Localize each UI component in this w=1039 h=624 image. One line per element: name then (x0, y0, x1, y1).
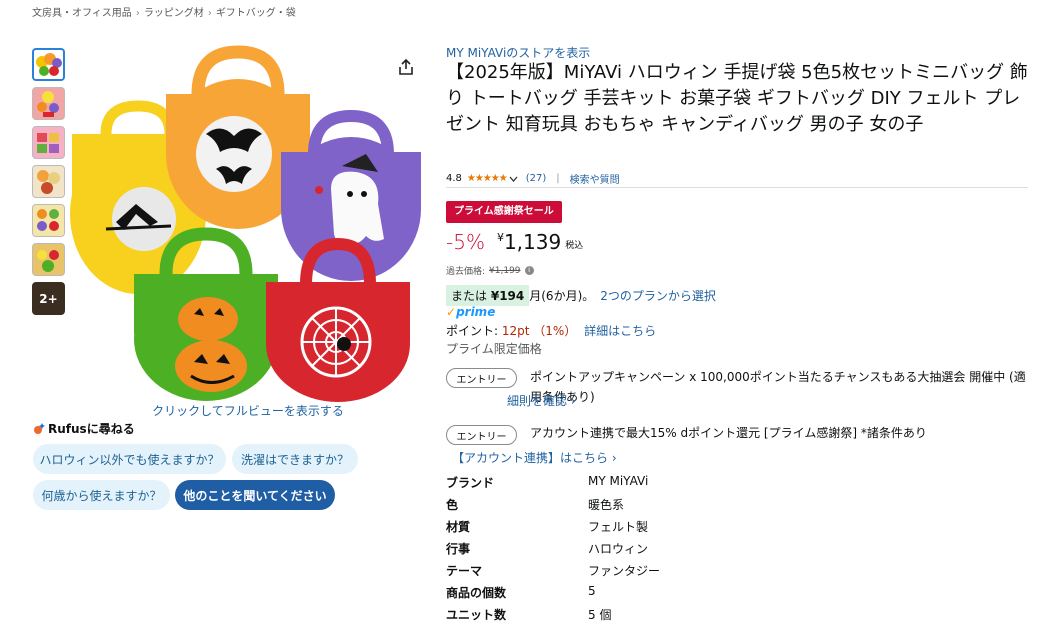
search-qa-link[interactable]: 検索や質問 (570, 171, 620, 186)
spec-key: 行事 (446, 542, 471, 556)
rating-row: 4.8 ★★★★★ (27) | 検索や質問 (446, 171, 620, 186)
installment-row: または ¥194 月(6か月)。 2つのプランから選択 (446, 285, 716, 306)
campaign-description: アカウント連携で最大15% dポイント還元 [プライム感謝祭] *諸条件あり (530, 426, 927, 440)
installment-plan-link[interactable]: 2つのプランから選択 (600, 287, 716, 304)
spec-value: 暖色系 (588, 498, 625, 512)
product-main-image[interactable] (66, 44, 428, 404)
thumbnail-2[interactable] (32, 87, 65, 120)
installment-badge: または ¥194 (446, 285, 530, 306)
spec-value: 5 (588, 584, 596, 598)
thumbnail-strip: 2+ (32, 48, 66, 321)
chevron-right-icon: › (570, 394, 576, 408)
breadcrumb: 文房具・オフィス用品 › ラッピング材 › ギフトバッグ・袋 (32, 4, 296, 19)
campaign-description: ポイントアップキャンペーン x 100,000ポイント当たるチャンスもある大抽選… (530, 370, 1026, 404)
breadcrumb-separator: › (135, 8, 140, 19)
review-count-link[interactable]: (27) (526, 173, 547, 184)
spec-value: フェルト製 (588, 520, 649, 534)
installment-suffix: 月(6か月)。 (529, 289, 595, 303)
thumbnail-1[interactable] (32, 48, 65, 81)
campaign-details-link-label[interactable]: 細則を確認 (507, 394, 567, 408)
spec-key: ブランド (446, 476, 495, 490)
spec-row: ユニット数 5 個 (446, 606, 846, 624)
share-icon[interactable] (397, 58, 415, 76)
spec-key: 材質 (446, 520, 471, 534)
thumbnail-6[interactable] (32, 243, 65, 276)
campaign-text: アカウント連携で最大15% dポイント還元 [プライム感謝祭] *諸条件あり (530, 423, 1030, 443)
rufus-sparkle-icon (34, 422, 45, 434)
breadcrumb-item[interactable]: ラッピング材 (144, 4, 204, 19)
past-price-label: 過去価格: (446, 267, 486, 277)
prime-label: prime (456, 305, 496, 319)
info-icon[interactable]: i (524, 266, 534, 275)
rating-divider: | (556, 173, 560, 184)
thumbnail-more[interactable]: 2+ (32, 282, 65, 315)
prime-only-price-label: プライム限定価格 (446, 342, 542, 356)
campaign-details-link[interactable]: 細則を確認 › (507, 392, 576, 409)
account-link[interactable]: 【アカウント連携】はこちら › (452, 449, 617, 466)
full-view-link[interactable]: クリックしてフルビューを表示する (0, 402, 496, 419)
campaign-text: ポイントアップキャンペーン x 100,000ポイント当たるチャンスもある大抽選… (530, 367, 1030, 407)
breadcrumb-item[interactable]: ギフトバッグ・袋 (216, 4, 296, 19)
spec-key: 色 (446, 498, 459, 512)
spec-row: 材質 フェルト製 (446, 518, 846, 540)
account-link-label[interactable]: 【アカウント連携】はこちら (452, 451, 608, 465)
past-price-value: ¥1,199 (489, 265, 521, 276)
chevron-right-icon: › (611, 451, 617, 465)
thumbnail-3[interactable] (32, 126, 65, 159)
store-link[interactable]: MY MiYAViのストアを表示 (446, 44, 590, 61)
rufus-question-chip[interactable]: ハロウィン以外でも使えますか？ (33, 444, 226, 474)
spec-key: テーマ (446, 564, 483, 578)
spec-value: ハロウィン (588, 542, 649, 556)
rufus-ask-other-button[interactable]: 他のことを聞いてください (175, 480, 335, 510)
spec-value: 5 個 (588, 608, 612, 622)
spec-key: ユニット数 (446, 608, 507, 622)
spec-row: ブランド MY MiYAVi (446, 474, 846, 496)
breadcrumb-item[interactable]: 文房具・オフィス用品 (32, 4, 132, 19)
rufus-question-chip[interactable]: 洗濯はできますか？ (232, 444, 358, 474)
spec-row: テーマ ファンタジー (446, 562, 846, 584)
past-price-row: 過去価格: ¥1,199 i (446, 264, 534, 277)
spec-row: 商品の個数 5 (446, 584, 846, 606)
spec-row: 行事 ハロウィン (446, 540, 846, 562)
sale-badge: プライム感謝祭セール (446, 201, 562, 223)
product-title: 【2025年版】MiYAVi ハロウィン 手提げ袋 5色5枚セットミニバッグ 飾… (446, 62, 1028, 135)
points-label: ポイント: (446, 324, 499, 338)
price-row: -5% ¥ 1,139 税込 (446, 228, 583, 256)
price: ¥ 1,139 税込 (497, 228, 583, 256)
rufus-title: Rufusに尋ねる (48, 422, 135, 436)
spec-value: MY MiYAVi (588, 474, 649, 488)
entry-button[interactable]: エントリー (446, 368, 517, 388)
points-details-link[interactable]: 詳細はこちら (584, 324, 656, 338)
chevron-down-icon[interactable] (509, 176, 518, 182)
rufus-header: Rufusに尋ねる (33, 420, 135, 437)
spec-row: 色 暖色系 (446, 496, 846, 518)
thumbnail-4[interactable] (32, 165, 65, 198)
thumbnail-5[interactable] (32, 204, 65, 237)
entry-button[interactable]: エントリー (446, 425, 517, 445)
prime-badge: ✓prime (446, 305, 495, 319)
rating-value: 4.8 (446, 173, 462, 184)
breadcrumb-separator: › (207, 8, 212, 19)
price-value: 1,139 (503, 230, 562, 254)
points-row: ポイント: 12pt （1%） 詳細はこちら (446, 322, 656, 339)
spec-value: ファンタジー (588, 564, 661, 578)
discount-percent: -5% (446, 230, 485, 254)
currency-symbol: ¥ (496, 231, 504, 244)
star-rating-icon[interactable]: ★★★★★ (467, 173, 508, 184)
section-divider (446, 187, 1028, 188)
points-value: 12pt （1%） (501, 324, 577, 338)
spec-key: 商品の個数 (446, 586, 507, 600)
tax-label: 税込 (565, 241, 584, 251)
installment-amount: ¥194 (490, 289, 525, 303)
rufus-question-chip[interactable]: 何歳から使えますか？ (33, 480, 170, 510)
installment-prefix: または (451, 289, 488, 303)
prime-check-icon: ✓ (446, 305, 457, 319)
